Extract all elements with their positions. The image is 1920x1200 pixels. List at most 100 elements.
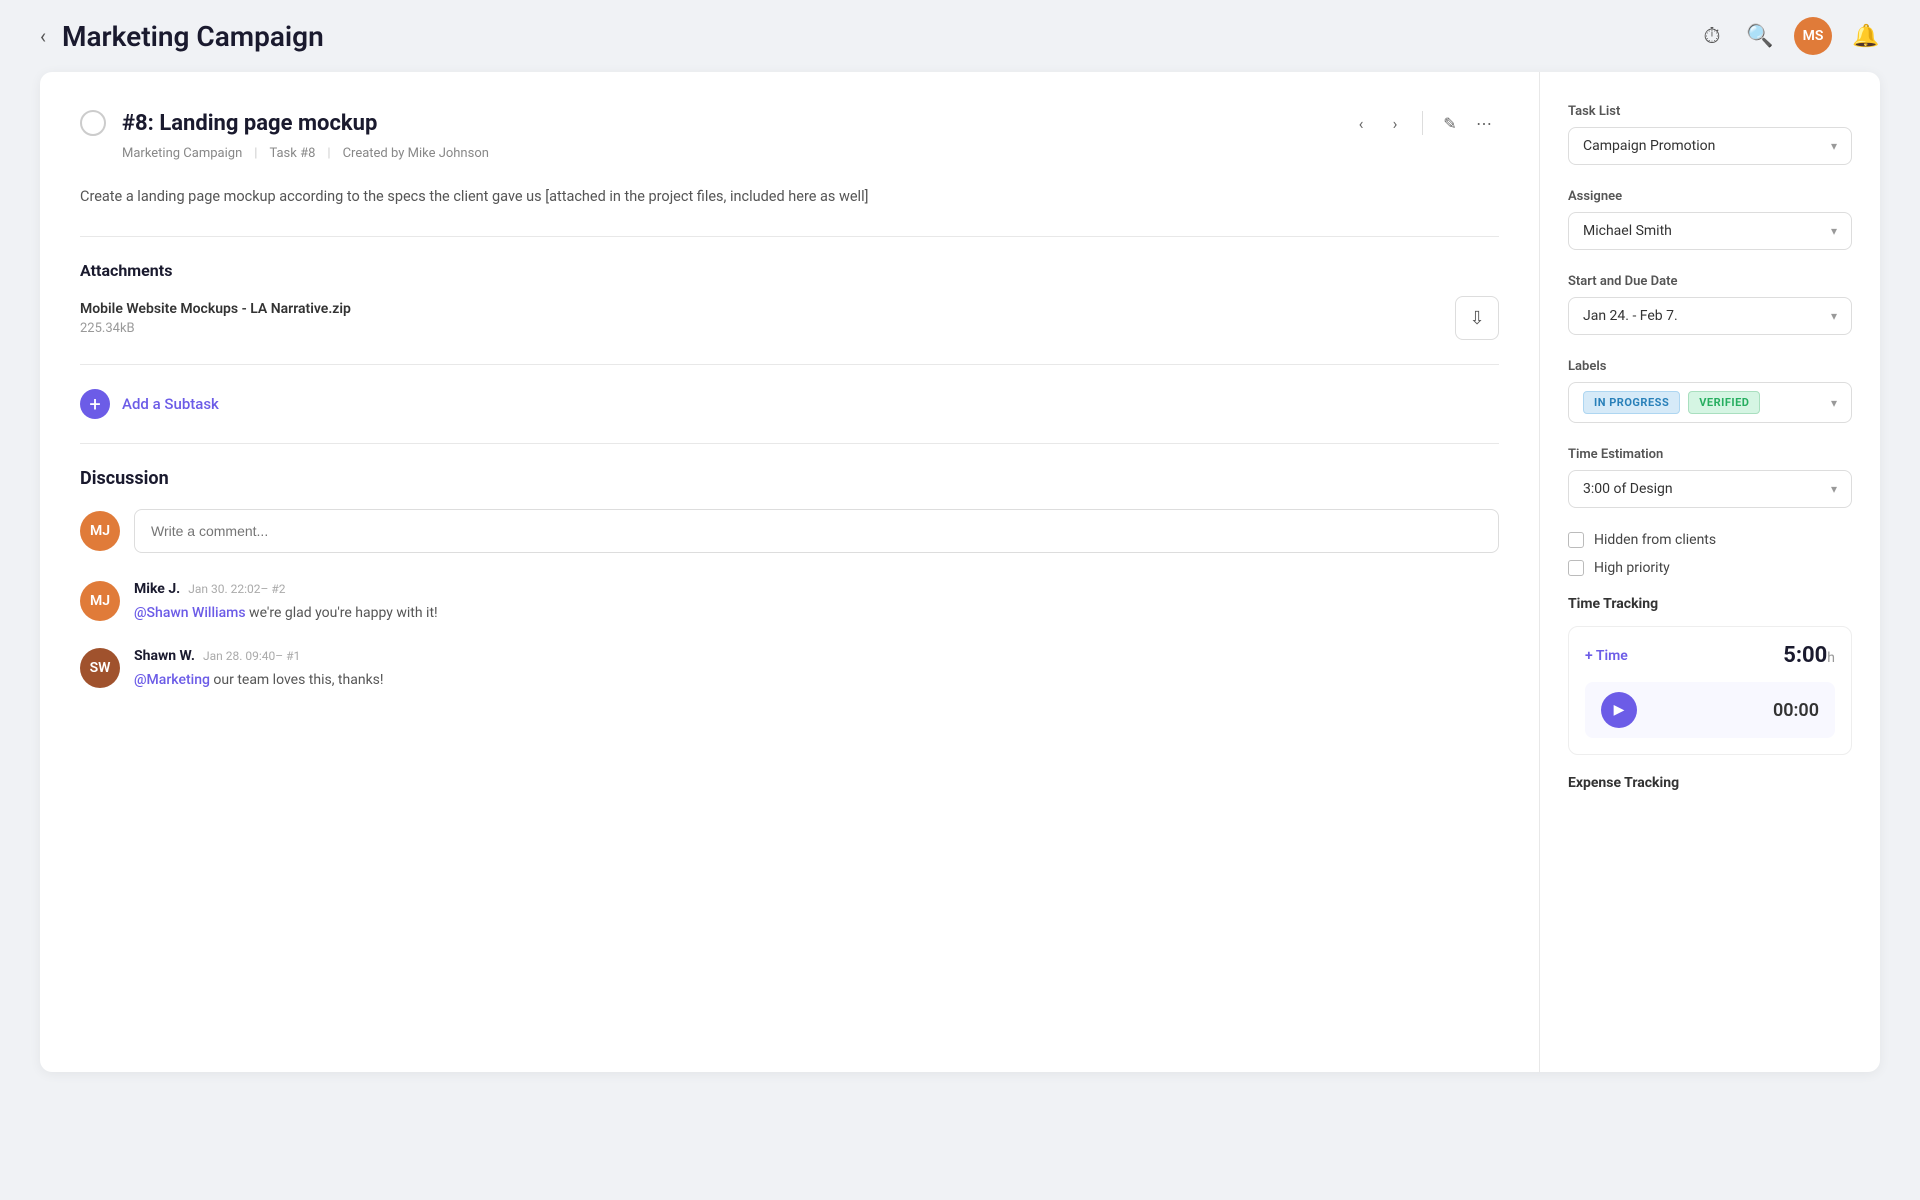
comment-header-2: Shawn W. Jan 28. 09:40– #1 [134,648,1499,664]
expense-tracking-title: Expense Tracking [1568,775,1852,791]
time-estimation-field: Time Estimation 3:00 of Design ▾ [1568,447,1852,508]
attachment-row: Mobile Website Mockups - LA Narrative.zi… [80,296,1499,340]
comment-tail-1: we're glad you're happy with it! [246,605,438,621]
mention-1: @Shawn Williams [134,605,246,621]
play-button[interactable]: ▶ [1601,692,1637,728]
time-tracking-title: Time Tracking [1568,596,1852,612]
left-panel: #8: Landing page mockup ‹ › ✎ ⋯ Marketin… [40,72,1540,1072]
timer-controls: ▶ 00:00 [1585,682,1835,738]
time-value: 5:00 [1783,643,1827,668]
comment-avatar-1: MJ [80,581,120,621]
comment-avatar-2: SW [80,648,120,688]
comment-meta-1: Jan 30. 22:02– #2 [188,582,285,596]
task-nav-buttons: ‹ › ✎ ⋯ [1346,108,1499,138]
time-estimation-label: Time Estimation [1568,447,1852,462]
commenter-name-2: Shawn W. [134,648,195,664]
divider-1 [80,236,1499,237]
assignee-field: Assignee Michael Smith ▾ [1568,189,1852,250]
discussion-title: Discussion [80,468,1499,489]
task-list-select[interactable]: Campaign Promotion ▾ [1568,127,1852,165]
meta-sep-2: | [327,146,330,161]
time-estimation-select[interactable]: 3:00 of Design ▾ [1568,470,1852,508]
commenter-name-1: Mike J. [134,581,180,597]
task-list-chevron: ▾ [1831,139,1837,153]
comment-text-1: @Shawn Williams we're glad you're happy … [134,603,1499,624]
comment-tail-2: our team loves this, thanks! [210,672,384,688]
task-title: #8: Landing page mockup [122,111,1330,136]
task-description: Create a landing page mockup according t… [80,185,1499,208]
clock-icon[interactable]: ⏱ [1698,22,1726,50]
breadcrumb-task: Task #8 [269,146,315,161]
label-verified: VERIFIED [1688,391,1760,414]
divider-3 [80,443,1499,444]
attachment-info: Mobile Website Mockups - LA Narrative.zi… [80,301,351,336]
comment-entry-2: SW Shawn W. Jan 28. 09:40– #1 @Marketing… [80,648,1499,691]
add-subtask-button[interactable]: + Add a Subtask [80,389,1499,419]
high-priority-row: High priority [1568,560,1852,576]
high-priority-label: High priority [1594,560,1670,576]
comment-meta-2: Jan 28. 09:40– #1 [203,649,300,663]
assignee-select[interactable]: Michael Smith ▾ [1568,212,1852,250]
task-list-field: Task List Campaign Promotion ▾ [1568,104,1852,165]
label-in-progress: IN PROGRESS [1583,391,1680,414]
assignee-chevron: ▾ [1831,224,1837,238]
comment-body-2: Shawn W. Jan 28. 09:40– #1 @Marketing ou… [134,648,1499,691]
date-select[interactable]: Jan 24. - Feb 7. ▾ [1568,297,1852,335]
date-field: Start and Due Date Jan 24. - Feb 7. ▾ [1568,274,1852,335]
time-display: 5:00h [1783,643,1835,668]
discussion-section: Discussion MJ MJ Mike J. Jan 30. 22:02– … [80,468,1499,691]
add-subtask-label: Add a Subtask [122,395,219,413]
attachments-section: Attachments Mobile Website Mockups - LA … [80,261,1499,340]
search-icon[interactable]: 🔍 [1746,22,1774,50]
hidden-from-clients-label: Hidden from clients [1594,532,1716,548]
labels-field: Labels IN PROGRESS VERIFIED ▾ [1568,359,1852,423]
time-tracking-box: + Time 5:00h ▶ 00:00 [1568,626,1852,755]
task-meta: Marketing Campaign | Task #8 | Created b… [122,146,1499,161]
comment-body-1: Mike J. Jan 30. 22:02– #2 @Shawn William… [134,581,1499,624]
download-button[interactable]: ⇩ [1455,296,1499,340]
labels-select[interactable]: IN PROGRESS VERIFIED ▾ [1568,382,1852,423]
task-list-value: Campaign Promotion [1583,138,1715,154]
edit-icon[interactable]: ✎ [1435,108,1465,138]
bell-icon[interactable]: 🔔 [1852,22,1880,50]
time-add-row: + Time 5:00h [1585,643,1835,668]
main-container: #8: Landing page mockup ‹ › ✎ ⋯ Marketin… [40,72,1880,1072]
current-user-avatar: MJ [80,511,120,551]
task-checkbox[interactable] [80,110,106,136]
topbar-right: ⏱ 🔍 MS 🔔 [1698,17,1880,55]
meta-sep-1: | [254,146,257,161]
page-title: Marketing Campaign [62,20,324,53]
next-task-button[interactable]: › [1380,108,1410,138]
date-label: Start and Due Date [1568,274,1852,289]
time-unit: h [1827,650,1835,666]
labels-label: Labels [1568,359,1852,374]
date-value: Jan 24. - Feb 7. [1583,308,1678,324]
back-button[interactable]: ‹ [40,26,46,46]
more-options-icon[interactable]: ⋯ [1469,108,1499,138]
time-estimation-chevron: ▾ [1831,482,1837,496]
add-time-label: + Time [1585,648,1628,664]
comment-entry-1: MJ Mike J. Jan 30. 22:02– #2 @Shawn Will… [80,581,1499,624]
time-tracking-section: Time Tracking + Time 5:00h ▶ 00:00 [1568,596,1852,755]
add-time-button[interactable]: + Time [1585,648,1628,664]
task-list-label: Task List [1568,104,1852,119]
high-priority-checkbox[interactable] [1568,560,1584,576]
topbar-left: ‹ Marketing Campaign [40,20,1698,53]
topbar: ‹ Marketing Campaign ⏱ 🔍 MS 🔔 [0,0,1920,72]
prev-task-button[interactable]: ‹ [1346,108,1376,138]
task-header: #8: Landing page mockup ‹ › ✎ ⋯ [80,108,1499,138]
assignee-value: Michael Smith [1583,223,1672,239]
comment-header-1: Mike J. Jan 30. 22:02– #2 [134,581,1499,597]
breadcrumb-created: Created by Mike Johnson [343,146,489,161]
time-estimation-value: 3:00 of Design [1583,481,1673,497]
comment-input[interactable] [134,509,1499,553]
labels-chevron: ▾ [1831,396,1837,410]
hidden-from-clients-checkbox[interactable] [1568,532,1584,548]
assignee-label: Assignee [1568,189,1852,204]
date-chevron: ▾ [1831,309,1837,323]
user-avatar[interactable]: MS [1794,17,1832,55]
right-panel: Task List Campaign Promotion ▾ Assignee … [1540,72,1880,1072]
comment-text-2: @Marketing our team loves this, thanks! [134,670,1499,691]
nav-divider [1422,111,1423,135]
comment-input-row: MJ [80,509,1499,553]
